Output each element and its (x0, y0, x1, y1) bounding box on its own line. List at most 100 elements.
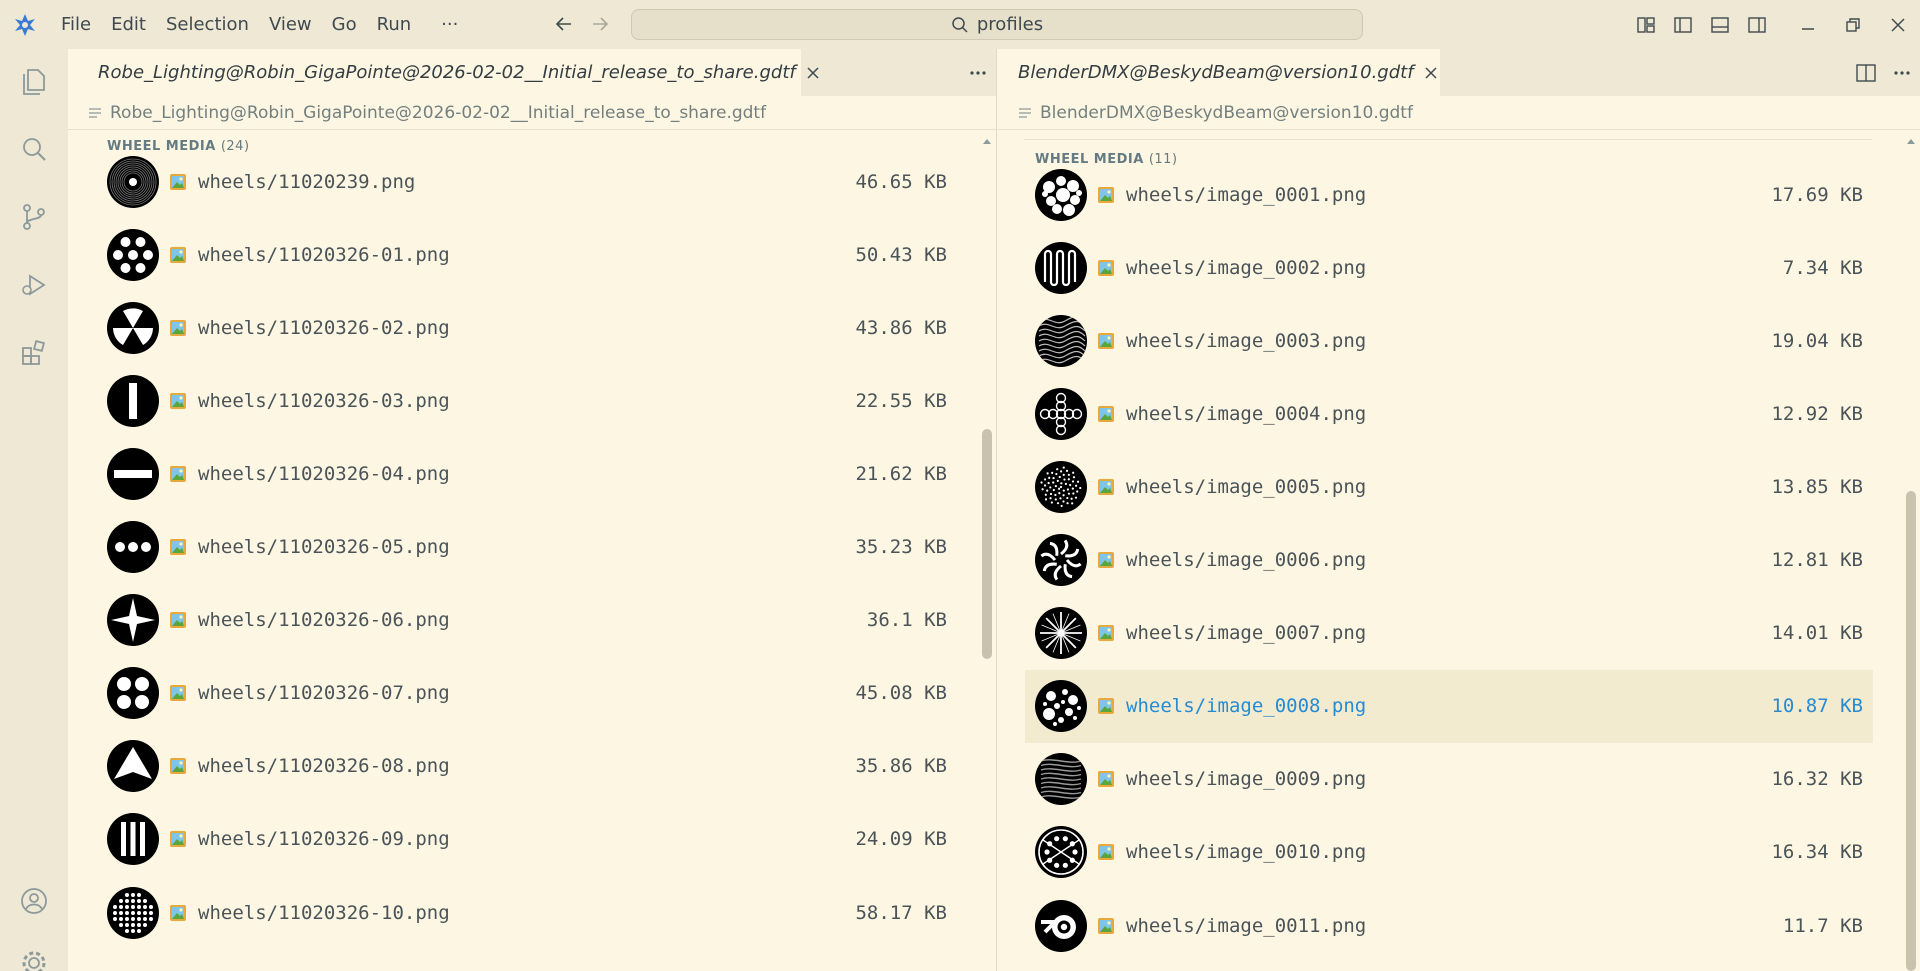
wheel-thumbnail (107, 521, 159, 573)
wheel-media-row[interactable]: wheels/image_0004.png 12.92 KB (1025, 377, 1873, 450)
minimize-icon (1801, 27, 1814, 30)
wheel-thumbnail (107, 740, 159, 793)
scrollbar-thumb-right[interactable] (1906, 491, 1916, 971)
manage-button[interactable] (0, 935, 68, 971)
menu-file[interactable]: File (49, 9, 101, 41)
file-name: wheels/image_0007.png (1126, 622, 1367, 645)
wheel-media-row[interactable]: wheels/image_0007.png 14.01 KB (1025, 597, 1873, 670)
file-name: wheels/11020326-07.png (198, 682, 450, 705)
breadcrumb-right[interactable]: BlenderDMX@BeskydBeam@version10.gdtf (998, 96, 1920, 130)
wheel-media-row[interactable]: wheels/11020326-09.png 24.09 KB (97, 803, 957, 876)
wheel-media-row[interactable]: wheels/image_0006.png 12.81 KB (1025, 524, 1873, 597)
wheel-media-row[interactable]: wheels/image_0011.png 11.7 KB (1025, 889, 1873, 962)
toggle-panel-button[interactable] (1701, 0, 1738, 49)
more-actions-button[interactable] (1884, 49, 1920, 96)
tab-bar-right: BlenderDMX@BeskydBeam@version10.gdtf (998, 49, 1920, 96)
image-file-icon (170, 246, 186, 263)
wheel-media-row[interactable]: wheels/11020326-08.png 35.86 KB (97, 730, 957, 803)
file-size: 11.7 KB (1782, 914, 1863, 937)
file-name: wheels/image_0009.png (1126, 768, 1367, 791)
file-name: wheels/image_0005.png (1126, 475, 1367, 498)
split-editor-button[interactable] (1848, 49, 1884, 96)
image-file-icon (170, 685, 186, 702)
breadcrumb-file: BlenderDMX@BeskydBeam@version10.gdtf (1040, 102, 1413, 123)
scrollbar-right[interactable] (1904, 151, 1918, 971)
wheel-media-row[interactable]: wheels/image_0008.png 10.87 KB (1025, 669, 1873, 743)
account-icon (21, 888, 47, 914)
ellipsis-icon (970, 70, 986, 75)
wheel-media-row[interactable]: wheels/11020326-06.png 36.1 KB (97, 584, 957, 657)
wheel-media-row[interactable]: wheels/image_0009.png 16.32 KB (1025, 743, 1873, 816)
menu-run[interactable]: Run (367, 9, 422, 41)
wheel-media-row[interactable]: wheels/11020326-01.png 50.43 KB (97, 218, 957, 291)
image-file-icon (170, 612, 186, 629)
scrollbar-thumb-left[interactable] (982, 429, 992, 659)
tab-robe-gdtf[interactable]: Robe_Lighting@Robin_GigaPointe@2026-02-0… (68, 49, 819, 96)
file-name: wheels/image_0006.png (1126, 549, 1367, 571)
search-view-button[interactable] (0, 121, 68, 177)
menu-selection[interactable]: Selection (156, 9, 259, 41)
tab-close-button[interactable] (1424, 62, 1438, 84)
toggle-primary-sidebar-button[interactable] (1664, 0, 1701, 49)
tab-close-button[interactable] (806, 62, 820, 84)
more-actions-button[interactable] (960, 49, 996, 96)
minimize-button[interactable] (1785, 0, 1830, 49)
wheel-media-row[interactable]: wheels/image_0002.png 7.34 KB (1025, 231, 1873, 304)
wheel-media-row[interactable]: wheels/image_0003.png 19.04 KB (1025, 304, 1873, 377)
wheel-thumbnail (1035, 607, 1087, 660)
wheel-media-row[interactable]: wheels/11020326-03.png 22.55 KB (97, 364, 957, 437)
tab-actions-left (960, 49, 996, 96)
tab-blenderdmx-gdtf[interactable]: BlenderDMX@BeskydBeam@version10.gdtf (998, 49, 1440, 96)
file-lines-icon (89, 107, 101, 118)
tab-label: BlenderDMX@BeskydBeam@version10.gdtf (1018, 62, 1414, 83)
wheel-thumbnail (1035, 753, 1087, 806)
extensions-button[interactable] (0, 325, 68, 381)
file-lines-icon (1019, 107, 1031, 118)
editor-group-left: Robe_Lighting@Robin_GigaPointe@2026-02-0… (68, 49, 997, 971)
files-icon (23, 69, 45, 95)
activity-bar (0, 49, 68, 971)
file-size: 14.01 KB (1771, 622, 1863, 645)
maximize-button[interactable] (1830, 0, 1875, 49)
file-name: wheels/11020326-04.png (198, 462, 450, 485)
wheel-media-row[interactable]: wheels/11020326-10.png 58.17 KB (97, 876, 957, 949)
menu-go[interactable]: Go (322, 9, 367, 41)
wheel-media-row[interactable]: wheels/image_0001.png 17.69 KB (1025, 158, 1873, 231)
wheel-media-row[interactable]: wheels/image_0010.png 16.34 KB (1025, 816, 1873, 889)
image-file-icon (1098, 844, 1114, 861)
accounts-button[interactable] (0, 873, 68, 929)
scrollbar-left[interactable] (980, 151, 994, 971)
wheel-media-row[interactable]: wheels/11020326-02.png 43.86 KB (97, 291, 957, 364)
file-size: 24.09 KB (855, 828, 947, 851)
source-control-button[interactable] (0, 189, 68, 245)
image-file-icon (170, 392, 186, 409)
scroll-up-arrow[interactable] (980, 135, 994, 147)
close-icon (1425, 66, 1437, 79)
wheel-media-row[interactable]: wheels/image_0005.png 13.85 KB (1025, 450, 1873, 523)
wheel-thumbnail (1035, 241, 1087, 294)
explorer-button[interactable] (0, 53, 68, 109)
run-debug-button[interactable] (0, 257, 68, 313)
forward-button[interactable] (582, 8, 618, 40)
sidebar-right-icon (1747, 16, 1766, 33)
close-window-button[interactable] (1875, 0, 1920, 49)
customize-layout-button[interactable] (1627, 0, 1664, 49)
search-icon (23, 138, 46, 161)
wheel-thumbnail (107, 155, 159, 208)
wheel-media-row[interactable]: wheels/11020326-07.png 45.08 KB (97, 657, 957, 730)
wheel-media-list-left: WHEEL MEDIA (24) wheels/11020239.png 46.6… (68, 131, 996, 971)
command-center-search[interactable]: profiles (631, 9, 1363, 40)
menu-more[interactable]: ··· (421, 9, 468, 41)
file-size: 16.32 KB (1771, 768, 1863, 791)
wheel-media-row[interactable]: wheels/11020326-04.png 21.62 KB (97, 437, 957, 510)
file-name: wheels/11020326-02.png (198, 316, 450, 339)
wheel-media-row[interactable]: wheels/11020239.png 46.65 KB (97, 145, 957, 218)
menu-edit[interactable]: Edit (101, 9, 156, 41)
image-file-icon (1098, 259, 1114, 276)
menu-view[interactable]: View (259, 9, 322, 41)
toggle-secondary-sidebar-button[interactable] (1738, 0, 1775, 49)
breadcrumb-left[interactable]: Robe_Lighting@Robin_GigaPointe@2026-02-0… (68, 96, 996, 130)
scroll-up-arrow[interactable] (1904, 135, 1918, 147)
wheel-media-row[interactable]: wheels/11020326-05.png 35.23 KB (97, 511, 957, 584)
back-button[interactable] (546, 8, 582, 40)
